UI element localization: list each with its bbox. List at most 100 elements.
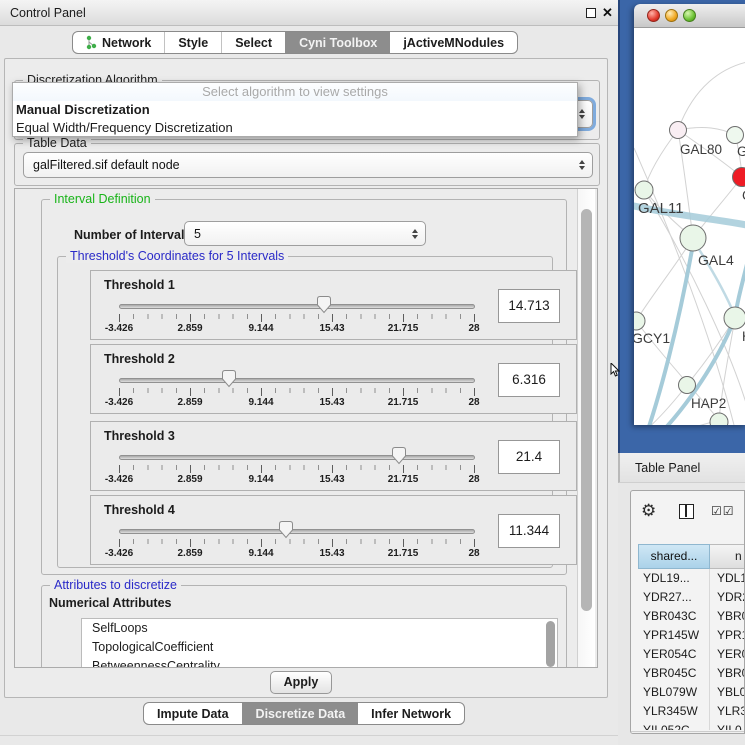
mouse-cursor bbox=[610, 363, 620, 377]
node-label: GAL4 bbox=[698, 252, 734, 268]
threshold-4-value[interactable]: 11.344 bbox=[498, 514, 560, 548]
tab-discretize-data[interactable]: Discretize Data bbox=[242, 703, 359, 724]
node-gcy1[interactable] bbox=[634, 312, 645, 330]
slider-ticks bbox=[119, 539, 476, 548]
table-data-value: galFiltered.sif default node bbox=[33, 158, 180, 172]
table-row[interactable]: YBR045CYBR0 bbox=[638, 664, 745, 683]
control-panel-titlebar: Control Panel ✕ bbox=[0, 0, 620, 26]
tab-cyni-toolbox[interactable]: Cyni Toolbox bbox=[285, 32, 390, 53]
combo-arrows-icon bbox=[579, 109, 585, 119]
list-item[interactable]: TopologicalCoefficient bbox=[82, 638, 557, 657]
checkboxes-icon[interactable]: ☑☑ bbox=[711, 504, 735, 518]
table-panel-titlebar: Table Panel bbox=[618, 453, 745, 483]
table-panel-window: ⚙ ☑☑ shared... n YDL19...YDL1 YDR27...YD… bbox=[630, 490, 745, 734]
network-window[interactable]: GAL80 GA C GAL11 GAL4 GCY1 H HAP2 bbox=[634, 4, 745, 425]
close-traffic-light-icon[interactable] bbox=[647, 9, 660, 22]
slider-ticks bbox=[119, 465, 476, 474]
threshold-4-slider-thumb[interactable] bbox=[278, 520, 294, 540]
threshold-2-slider[interactable] bbox=[119, 378, 475, 383]
tab-impute-data[interactable]: Impute Data bbox=[144, 703, 242, 724]
table-row[interactable]: YDR27...YDR2 bbox=[638, 588, 745, 607]
threshold-4-panel: Threshold 4 -3.426 2.859 9.144 15.43 21.… bbox=[90, 495, 577, 565]
table-row[interactable]: YPR145WYPR1 bbox=[638, 626, 745, 645]
tab-network[interactable]: Network bbox=[73, 32, 164, 53]
screen: Control Panel ✕ Network Style Select Cyn… bbox=[0, 0, 745, 745]
node-label: GAL80 bbox=[680, 142, 722, 157]
column-header-shared[interactable]: shared... bbox=[638, 544, 710, 569]
node-gal11[interactable] bbox=[635, 181, 653, 199]
number-of-intervals-combo[interactable]: 5 bbox=[184, 221, 426, 246]
scrollbar-thumb[interactable] bbox=[634, 733, 730, 734]
table-row[interactable]: YER054CYER0 bbox=[638, 645, 745, 664]
table-row[interactable]: YDL19...YDL1 bbox=[638, 569, 745, 588]
node-gal80[interactable] bbox=[670, 122, 687, 139]
interval-definition-label: Interval Definition bbox=[50, 192, 155, 206]
dropdown-hint: Select algorithm to view settings bbox=[13, 83, 577, 101]
combo-arrows-icon bbox=[412, 229, 418, 239]
network-icon bbox=[86, 35, 97, 50]
columns-icon[interactable] bbox=[679, 504, 694, 519]
table-panel-title: Table Panel bbox=[635, 461, 700, 475]
table-rows: YDL19...YDL1 YDR27...YDR2 YBR043CYBR0 YP… bbox=[638, 569, 745, 730]
threshold-3-slider-thumb[interactable] bbox=[391, 446, 407, 466]
threshold-3-value[interactable]: 21.4 bbox=[498, 440, 560, 474]
list-item[interactable]: BetweennessCentrality bbox=[82, 657, 557, 668]
threshold-2-panel: Threshold 2 -3.426 2.859 9.144 15.43 21.… bbox=[90, 344, 577, 414]
bottom-divider bbox=[0, 735, 620, 736]
scrollbar-thumb[interactable] bbox=[581, 209, 592, 611]
slider-ticks bbox=[119, 314, 476, 323]
dropdown-option-manual[interactable]: Manual Discretization bbox=[13, 101, 577, 119]
threshold-3-slider[interactable] bbox=[119, 455, 475, 460]
threshold-2-slider-thumb[interactable] bbox=[221, 369, 237, 389]
table-panel-area: ⚙ ☑☑ shared... n YDL19...YDL1 YDR27...YD… bbox=[618, 483, 745, 745]
threshold-coordinates-label: Threshold's Coordinates for 5 Intervals bbox=[66, 249, 288, 263]
table-row[interactable]: YBR043CYBR0 bbox=[638, 607, 745, 626]
settings-scrollpane: Interval Definition Number of Intervals … bbox=[14, 188, 598, 668]
threshold-2-value[interactable]: 6.316 bbox=[498, 363, 560, 397]
top-tab-strip: Network Style Select Cyni Toolbox jActiv… bbox=[72, 31, 518, 54]
threshold-1-panel: Threshold 1 -3.426 2.859 9.144 15.43 21.… bbox=[90, 270, 577, 340]
list-scrollbar[interactable] bbox=[546, 621, 555, 667]
node-ga[interactable] bbox=[727, 127, 744, 144]
table-row[interactable]: YLR345WYLR3 bbox=[638, 702, 745, 721]
network-canvas[interactable]: GAL80 GA C GAL11 GAL4 GCY1 H HAP2 bbox=[634, 28, 745, 425]
attributes-group: Attributes to discretize Numerical Attri… bbox=[41, 585, 567, 668]
slider-ticks bbox=[119, 388, 476, 397]
network-window-titlebar[interactable] bbox=[634, 4, 745, 28]
combo-arrows-icon bbox=[579, 160, 585, 170]
threshold-1-slider[interactable] bbox=[119, 304, 475, 309]
threshold-1-slider-thumb[interactable] bbox=[316, 295, 332, 315]
tab-select[interactable]: Select bbox=[221, 32, 285, 53]
horizontal-scrollbar[interactable] bbox=[631, 731, 744, 734]
minimize-traffic-light-icon[interactable] bbox=[665, 9, 678, 22]
table-data-combo[interactable]: galFiltered.sif default node bbox=[23, 152, 593, 178]
close-icon[interactable]: ✕ bbox=[602, 5, 613, 21]
network-graph: GAL80 GA C GAL11 GAL4 GCY1 H HAP2 bbox=[634, 28, 745, 425]
threshold-4-slider[interactable] bbox=[119, 529, 475, 534]
float-window-icon[interactable] bbox=[586, 8, 596, 18]
tab-infer-network[interactable]: Infer Network bbox=[358, 703, 464, 724]
zoom-traffic-light-icon[interactable] bbox=[683, 9, 696, 22]
table-data-label: Table Data bbox=[23, 136, 91, 150]
node-bottom[interactable] bbox=[710, 413, 728, 425]
node-gal4[interactable] bbox=[680, 225, 706, 251]
node-hap2[interactable] bbox=[679, 377, 696, 394]
bottom-tab-strip: Impute Data Discretize Data Infer Networ… bbox=[143, 702, 465, 725]
number-of-intervals-label: Number of Intervals bbox=[74, 228, 191, 242]
column-header-name[interactable]: n bbox=[710, 544, 745, 569]
list-item[interactable]: SelfLoops bbox=[82, 619, 557, 638]
node-h[interactable] bbox=[724, 307, 745, 329]
vertical-scrollbar[interactable] bbox=[577, 189, 595, 667]
node-label: GA bbox=[737, 144, 745, 159]
numerical-attributes-label: Numerical Attributes bbox=[49, 596, 171, 610]
dropdown-option-equal-width[interactable]: Equal Width/Frequency Discretization bbox=[13, 119, 577, 137]
algorithm-dropdown-popup: Select algorithm to view settings Manual… bbox=[12, 82, 578, 137]
apply-button[interactable]: Apply bbox=[270, 671, 332, 694]
table-row[interactable]: YBL079WYBL0 bbox=[638, 683, 745, 702]
numerical-attributes-list[interactable]: SelfLoops TopologicalCoefficient Between… bbox=[81, 618, 558, 668]
gear-icon[interactable]: ⚙ bbox=[641, 501, 656, 521]
tab-jactivemnodules[interactable]: jActiveMNodules bbox=[390, 32, 517, 53]
threshold-1-value[interactable]: 14.713 bbox=[498, 289, 560, 323]
table-row[interactable]: YIL052CYIL0 bbox=[638, 721, 745, 730]
tab-style[interactable]: Style bbox=[164, 32, 221, 53]
